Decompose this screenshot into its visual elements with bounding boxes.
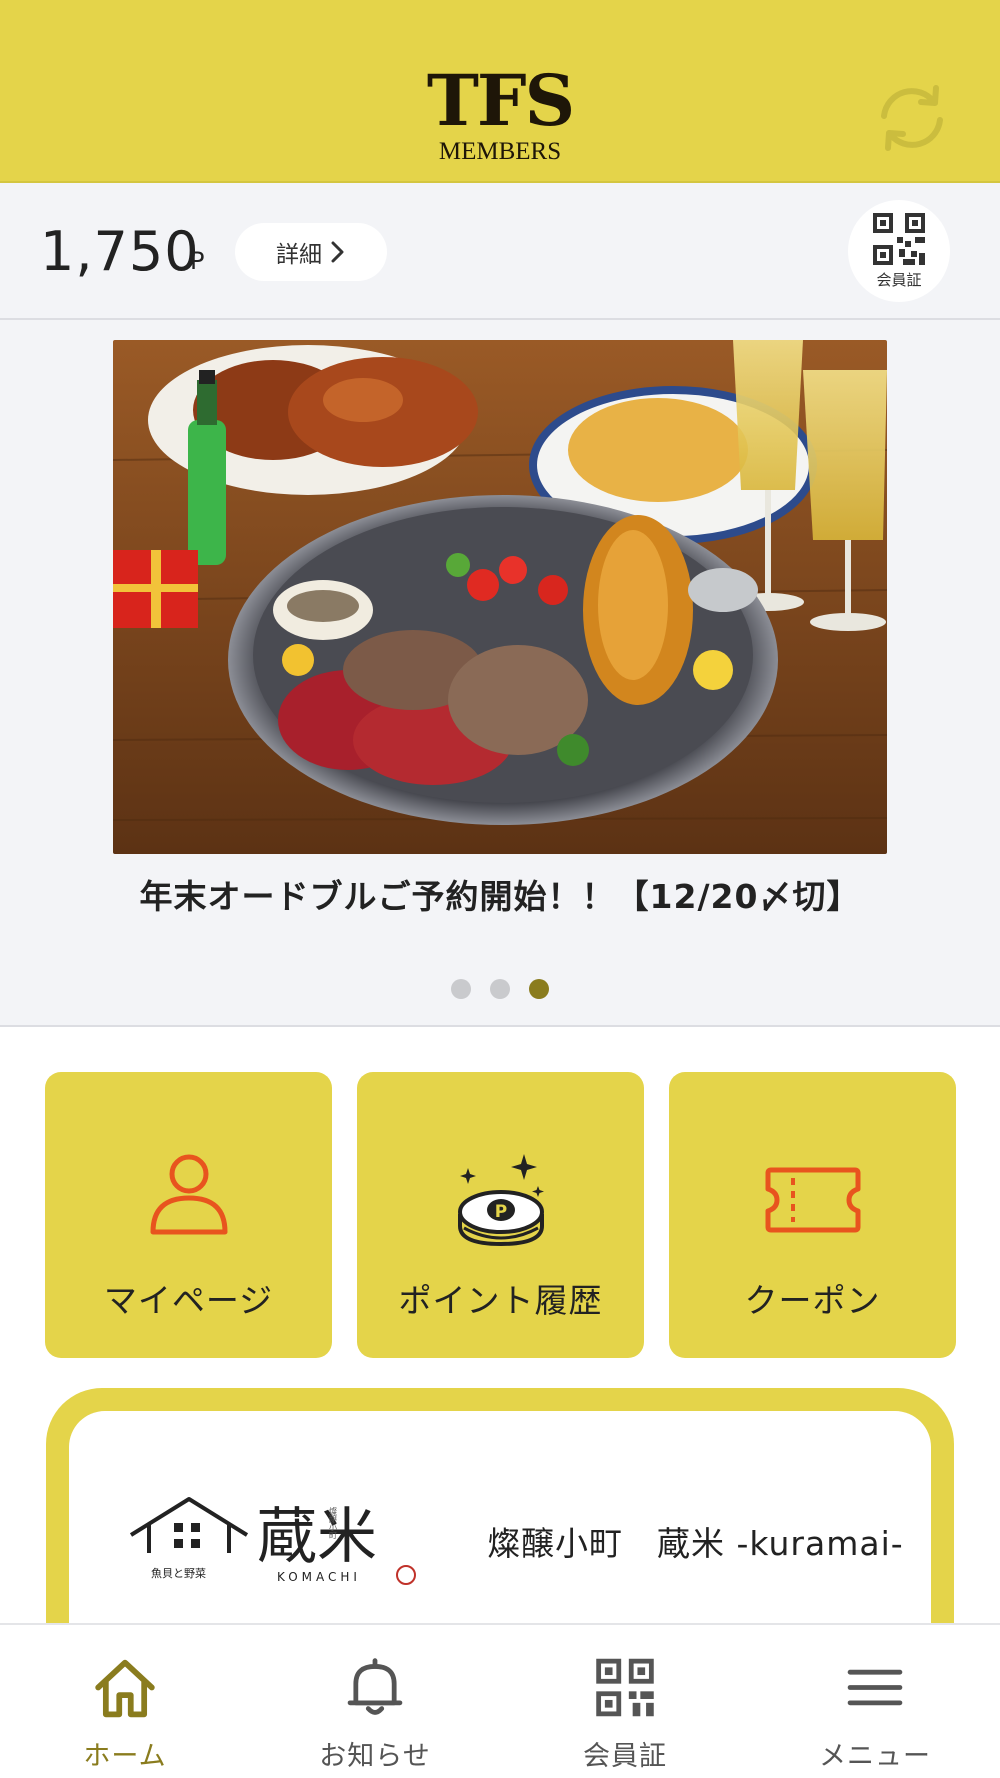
logo-sub-text: MEMBERS	[438, 138, 562, 165]
points-bar: 1,750 P 詳細 会員証	[0, 185, 1000, 320]
main-content: マイページ P ポイント履歴 クーポン 魚貝と野菜 蔵米 燦醸小町 KOMACH…	[0, 1027, 1000, 1651]
promo-carousel: 年末オードブルご予約開始！！【12/20〆切】	[0, 322, 1000, 1027]
bell-icon	[347, 1658, 403, 1715]
tile-my-page[interactable]: マイページ	[45, 1072, 332, 1358]
carousel-dot-active[interactable]	[529, 979, 549, 999]
points-detail-button[interactable]: 詳細	[235, 223, 387, 281]
hors-doeuvre-platter-photo	[113, 340, 887, 854]
ticket-icon	[765, 1167, 860, 1233]
logo-kanji: 蔵米	[257, 1502, 377, 1572]
carousel-dot[interactable]	[451, 979, 471, 999]
bottom-nav: ホーム お知らせ 会員証 メニュー	[0, 1623, 1000, 1778]
detail-button-label: 詳細	[276, 242, 322, 268]
points-value: 1,750	[40, 220, 200, 283]
qr-code-icon	[596, 1658, 654, 1717]
tile-label: ポイント履歴	[398, 1281, 603, 1320]
nav-item-menu[interactable]: メニュー	[750, 1653, 1000, 1773]
nav-label: ホーム	[83, 1741, 167, 1772]
svg-text:P: P	[494, 1202, 506, 1222]
svg-text:KOMACHI: KOMACHI	[277, 1570, 361, 1584]
svg-text:魚貝と野菜: 魚貝と野菜	[151, 1567, 206, 1580]
refresh-icon	[881, 85, 943, 151]
tile-label: クーポン	[744, 1281, 881, 1320]
carousel-dot[interactable]	[490, 979, 510, 999]
point-coin-icon: P	[457, 1154, 544, 1247]
app-header: TFS MEMBERS	[0, 0, 1000, 183]
tile-coupon[interactable]: クーポン	[669, 1072, 956, 1358]
tile-label: マイページ	[103, 1281, 274, 1320]
refresh-button[interactable]	[872, 82, 952, 154]
hamburger-menu-icon	[847, 1669, 903, 1706]
nav-label: メニュー	[819, 1741, 931, 1772]
logo-main-text: TFS	[426, 59, 575, 142]
svg-text:燦醸小町: 燦醸小町	[329, 1507, 338, 1539]
points-unit: P	[190, 247, 205, 275]
store-card[interactable]: 魚貝と野菜 蔵米 燦醸小町 KOMACHI 燦醸小町 蔵米 -kuramai-	[46, 1388, 954, 1651]
nav-item-home[interactable]: ホーム	[0, 1653, 250, 1773]
tfs-members-logo: TFS MEMBERS	[0, 66, 1000, 166]
home-icon	[95, 1659, 155, 1718]
member-card-label: 会員証	[876, 270, 922, 289]
carousel-indicator	[0, 979, 1000, 999]
tile-point-history[interactable]: P ポイント履歴	[357, 1072, 644, 1358]
nav-item-member-card[interactable]: 会員証	[500, 1653, 750, 1773]
nav-label: お知らせ	[319, 1741, 431, 1772]
member-card-button[interactable]: 会員証	[848, 200, 950, 302]
banner-caption[interactable]: 年末オードブルご予約開始！！【12/20〆切】	[0, 870, 1000, 918]
store-name: 燦醸小町 蔵米 -kuramai-	[487, 1524, 904, 1563]
person-icon	[150, 1154, 227, 1235]
chevron-right-icon	[331, 241, 344, 263]
qr-code-icon	[873, 212, 925, 265]
nav-label: 会員証	[583, 1741, 667, 1772]
nav-item-notifications[interactable]: お知らせ	[250, 1653, 500, 1773]
banner-image[interactable]	[113, 340, 887, 854]
kuramai-logo: 魚貝と野菜 蔵米 燦醸小町 KOMACHI	[129, 1491, 429, 1601]
